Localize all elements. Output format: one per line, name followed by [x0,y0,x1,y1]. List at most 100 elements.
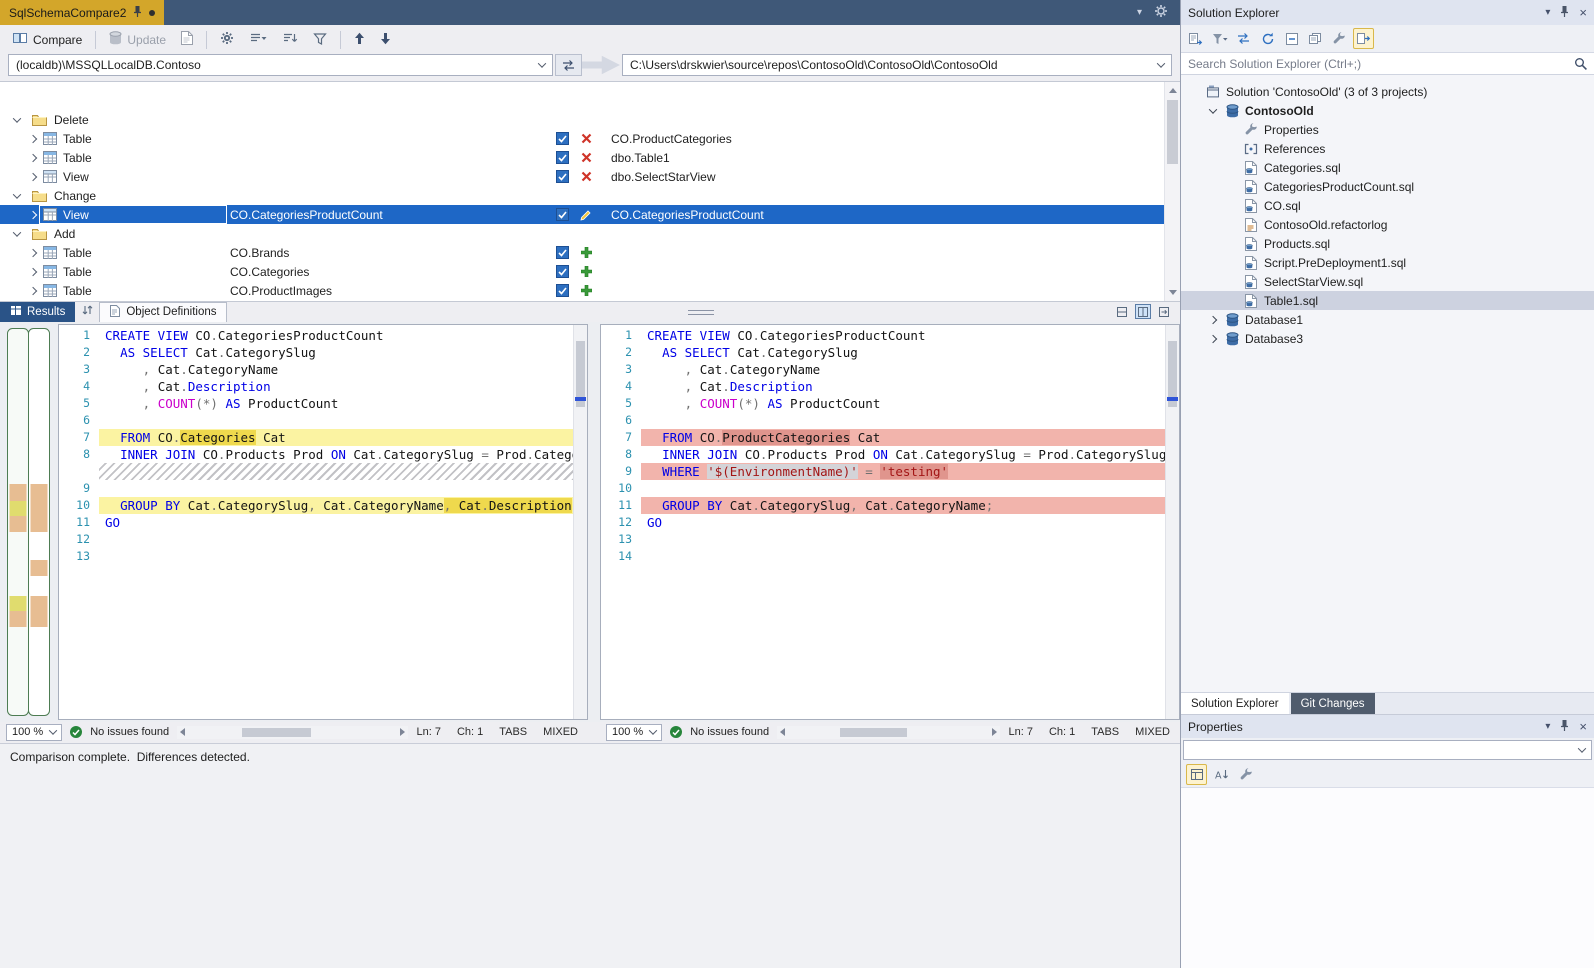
include-checkbox[interactable] [556,265,569,278]
include-checkbox[interactable] [556,246,569,259]
chevron-right-icon[interactable] [26,288,40,294]
properties-header[interactable]: Properties ▾ × [1181,714,1594,738]
target-definition-pane[interactable]: 1CREATE VIEW CO.CategoriesProductCount2 … [600,324,1180,720]
properties-icon[interactable] [1236,764,1257,785]
sync-with-active-document-icon[interactable] [1185,28,1206,49]
compare-button[interactable]: Compare [6,28,88,51]
include-checkbox[interactable] [556,132,569,145]
encoding-indicator[interactable]: MIXED [1135,726,1170,738]
schema-object-row-dbo-table1[interactable]: Tabledbo.Table1 [0,148,1164,167]
chevron-right-icon[interactable] [26,250,40,256]
sort-button[interactable] [276,28,304,51]
tab-git-changes[interactable]: Git Changes [1291,693,1375,714]
close-icon[interactable]: × [1579,719,1587,734]
chevron-down-icon[interactable] [10,193,24,199]
source-pane-scrollbar[interactable] [573,325,587,719]
tab-solution-explorer[interactable]: Solution Explorer [1181,693,1289,714]
tree-item-references[interactable]: References [1181,139,1594,158]
chevron-down-icon[interactable]: ▾ [1545,721,1550,732]
properties-icon[interactable] [1329,28,1350,49]
zoom-combo[interactable]: 100 % [6,724,62,741]
schema-object-row-dbo-selectstarview[interactable]: Viewdbo.SelectStarView [0,167,1164,186]
switch-views-icon[interactable] [1233,28,1254,49]
group-row-change[interactable]: Change [0,186,1164,205]
schema-object-row-co-productimages[interactable]: TableCO.ProductImages [0,281,1164,300]
filter-icon[interactable] [1209,28,1230,49]
horizontal-split-icon[interactable] [1114,304,1130,319]
zoom-combo[interactable]: 100 % [606,724,662,741]
tab-object-definitions[interactable]: Object Definitions [99,302,227,322]
solution-explorer-header[interactable]: Solution Explorer ▾ × [1181,0,1594,25]
tree-item-co-sql[interactable]: CO.sql [1181,196,1594,215]
next-difference-button[interactable] [374,29,397,51]
window-options-gear-icon[interactable] [1154,4,1168,21]
source-definition-pane[interactable]: 1CREATE VIEW CO.CategoriesProductCount2 … [58,324,588,720]
group-row-add[interactable]: Add [0,224,1164,243]
filter-button[interactable] [307,29,333,51]
include-checkbox[interactable] [556,208,569,221]
pin-icon[interactable] [133,5,142,21]
tree-item-properties[interactable]: Properties [1181,120,1594,139]
document-list-chevron-icon[interactable]: ▾ [1137,7,1142,18]
scroll-down-icon[interactable] [1169,290,1177,295]
schema-object-row-co-categories[interactable]: TableCO.Categories [0,262,1164,281]
chevron-right-icon[interactable] [26,212,40,218]
chevron-down-icon[interactable]: ▾ [1545,7,1550,18]
display-options-button[interactable] [243,28,273,51]
tree-item-table1-sql[interactable]: Table1.sql [1181,291,1594,310]
tabs-indicator[interactable]: TABS [1091,726,1119,738]
update-button[interactable]: Update [103,28,172,51]
source-horizontal-scrollbar[interactable] [177,726,408,739]
pane-splitter[interactable] [588,324,600,722]
previous-difference-button[interactable] [348,29,371,51]
options-button[interactable] [214,28,240,51]
tree-item-products-sql[interactable]: Products.sql [1181,234,1594,253]
pin-icon[interactable] [1560,5,1569,21]
search-icon[interactable] [1574,57,1588,74]
diff-overview-map[interactable] [0,324,58,722]
chevron-right-icon[interactable] [26,155,40,161]
solution-tree[interactable]: Solution 'ContosoOld' (3 of 3 projects)C… [1181,75,1594,692]
refresh-icon[interactable] [1257,28,1278,49]
collapse-all-icon[interactable] [1281,28,1302,49]
swap-panes-icon[interactable] [1156,304,1172,319]
comparison-result-grid[interactable]: DeleteTableCO.ProductCategoriesTabledbo.… [0,81,1180,301]
chevron-down-icon[interactable] [1206,108,1219,114]
tree-item-selectstarview-sql[interactable]: SelectStarView.sql [1181,272,1594,291]
chevron-right-icon[interactable] [26,174,40,180]
chevron-right-icon[interactable] [1206,317,1219,323]
schema-object-row-co-brands[interactable]: TableCO.Brands [0,243,1164,262]
source-connection-combo[interactable]: (localdb)\MSSQLLocalDB.Contoso [8,54,553,76]
search-input[interactable] [1181,53,1594,74]
tree-item-database3[interactable]: Database3 [1181,329,1594,348]
schema-object-row-co-productcategories[interactable]: TableCO.ProductCategories [0,129,1164,148]
encoding-indicator[interactable]: MIXED [543,726,578,738]
document-tab-sqlschemacompare[interactable]: SqlSchemaCompare2 [0,0,164,25]
chevron-down-icon[interactable] [10,231,24,237]
tree-item-categories-sql[interactable]: Categories.sql [1181,158,1594,177]
chevron-right-icon[interactable] [26,136,40,142]
scroll-up-icon[interactable] [1169,88,1177,93]
tree-item-database1[interactable]: Database1 [1181,310,1594,329]
pin-icon[interactable] [1560,719,1569,735]
include-checkbox[interactable] [556,284,569,297]
switch-source-target-button[interactable] [555,54,582,76]
tree-item-contosoold[interactable]: ContosoOld [1181,101,1594,120]
close-icon[interactable]: × [1579,5,1587,20]
categorized-icon[interactable] [1186,764,1207,785]
splitter-grip[interactable] [688,310,714,315]
generate-script-button[interactable] [175,28,199,51]
chevron-right-icon[interactable] [26,269,40,275]
chevron-down-icon[interactable] [10,117,24,123]
target-horizontal-scrollbar[interactable] [777,726,1000,739]
include-checkbox[interactable] [556,151,569,164]
tabs-indicator[interactable]: TABS [499,726,527,738]
tree-item-script-predeployment1-sql[interactable]: Script.PreDeployment1.sql [1181,253,1594,272]
chevron-right-icon[interactable] [1206,336,1219,342]
include-checkbox[interactable] [556,170,569,183]
grid-scrollbar[interactable] [1164,82,1180,301]
vertical-split-icon[interactable] [1135,304,1151,319]
group-row-delete[interactable]: Delete [0,110,1164,129]
preview-selected-items-icon[interactable] [1353,28,1374,49]
target-pane-scrollbar[interactable] [1165,325,1179,719]
